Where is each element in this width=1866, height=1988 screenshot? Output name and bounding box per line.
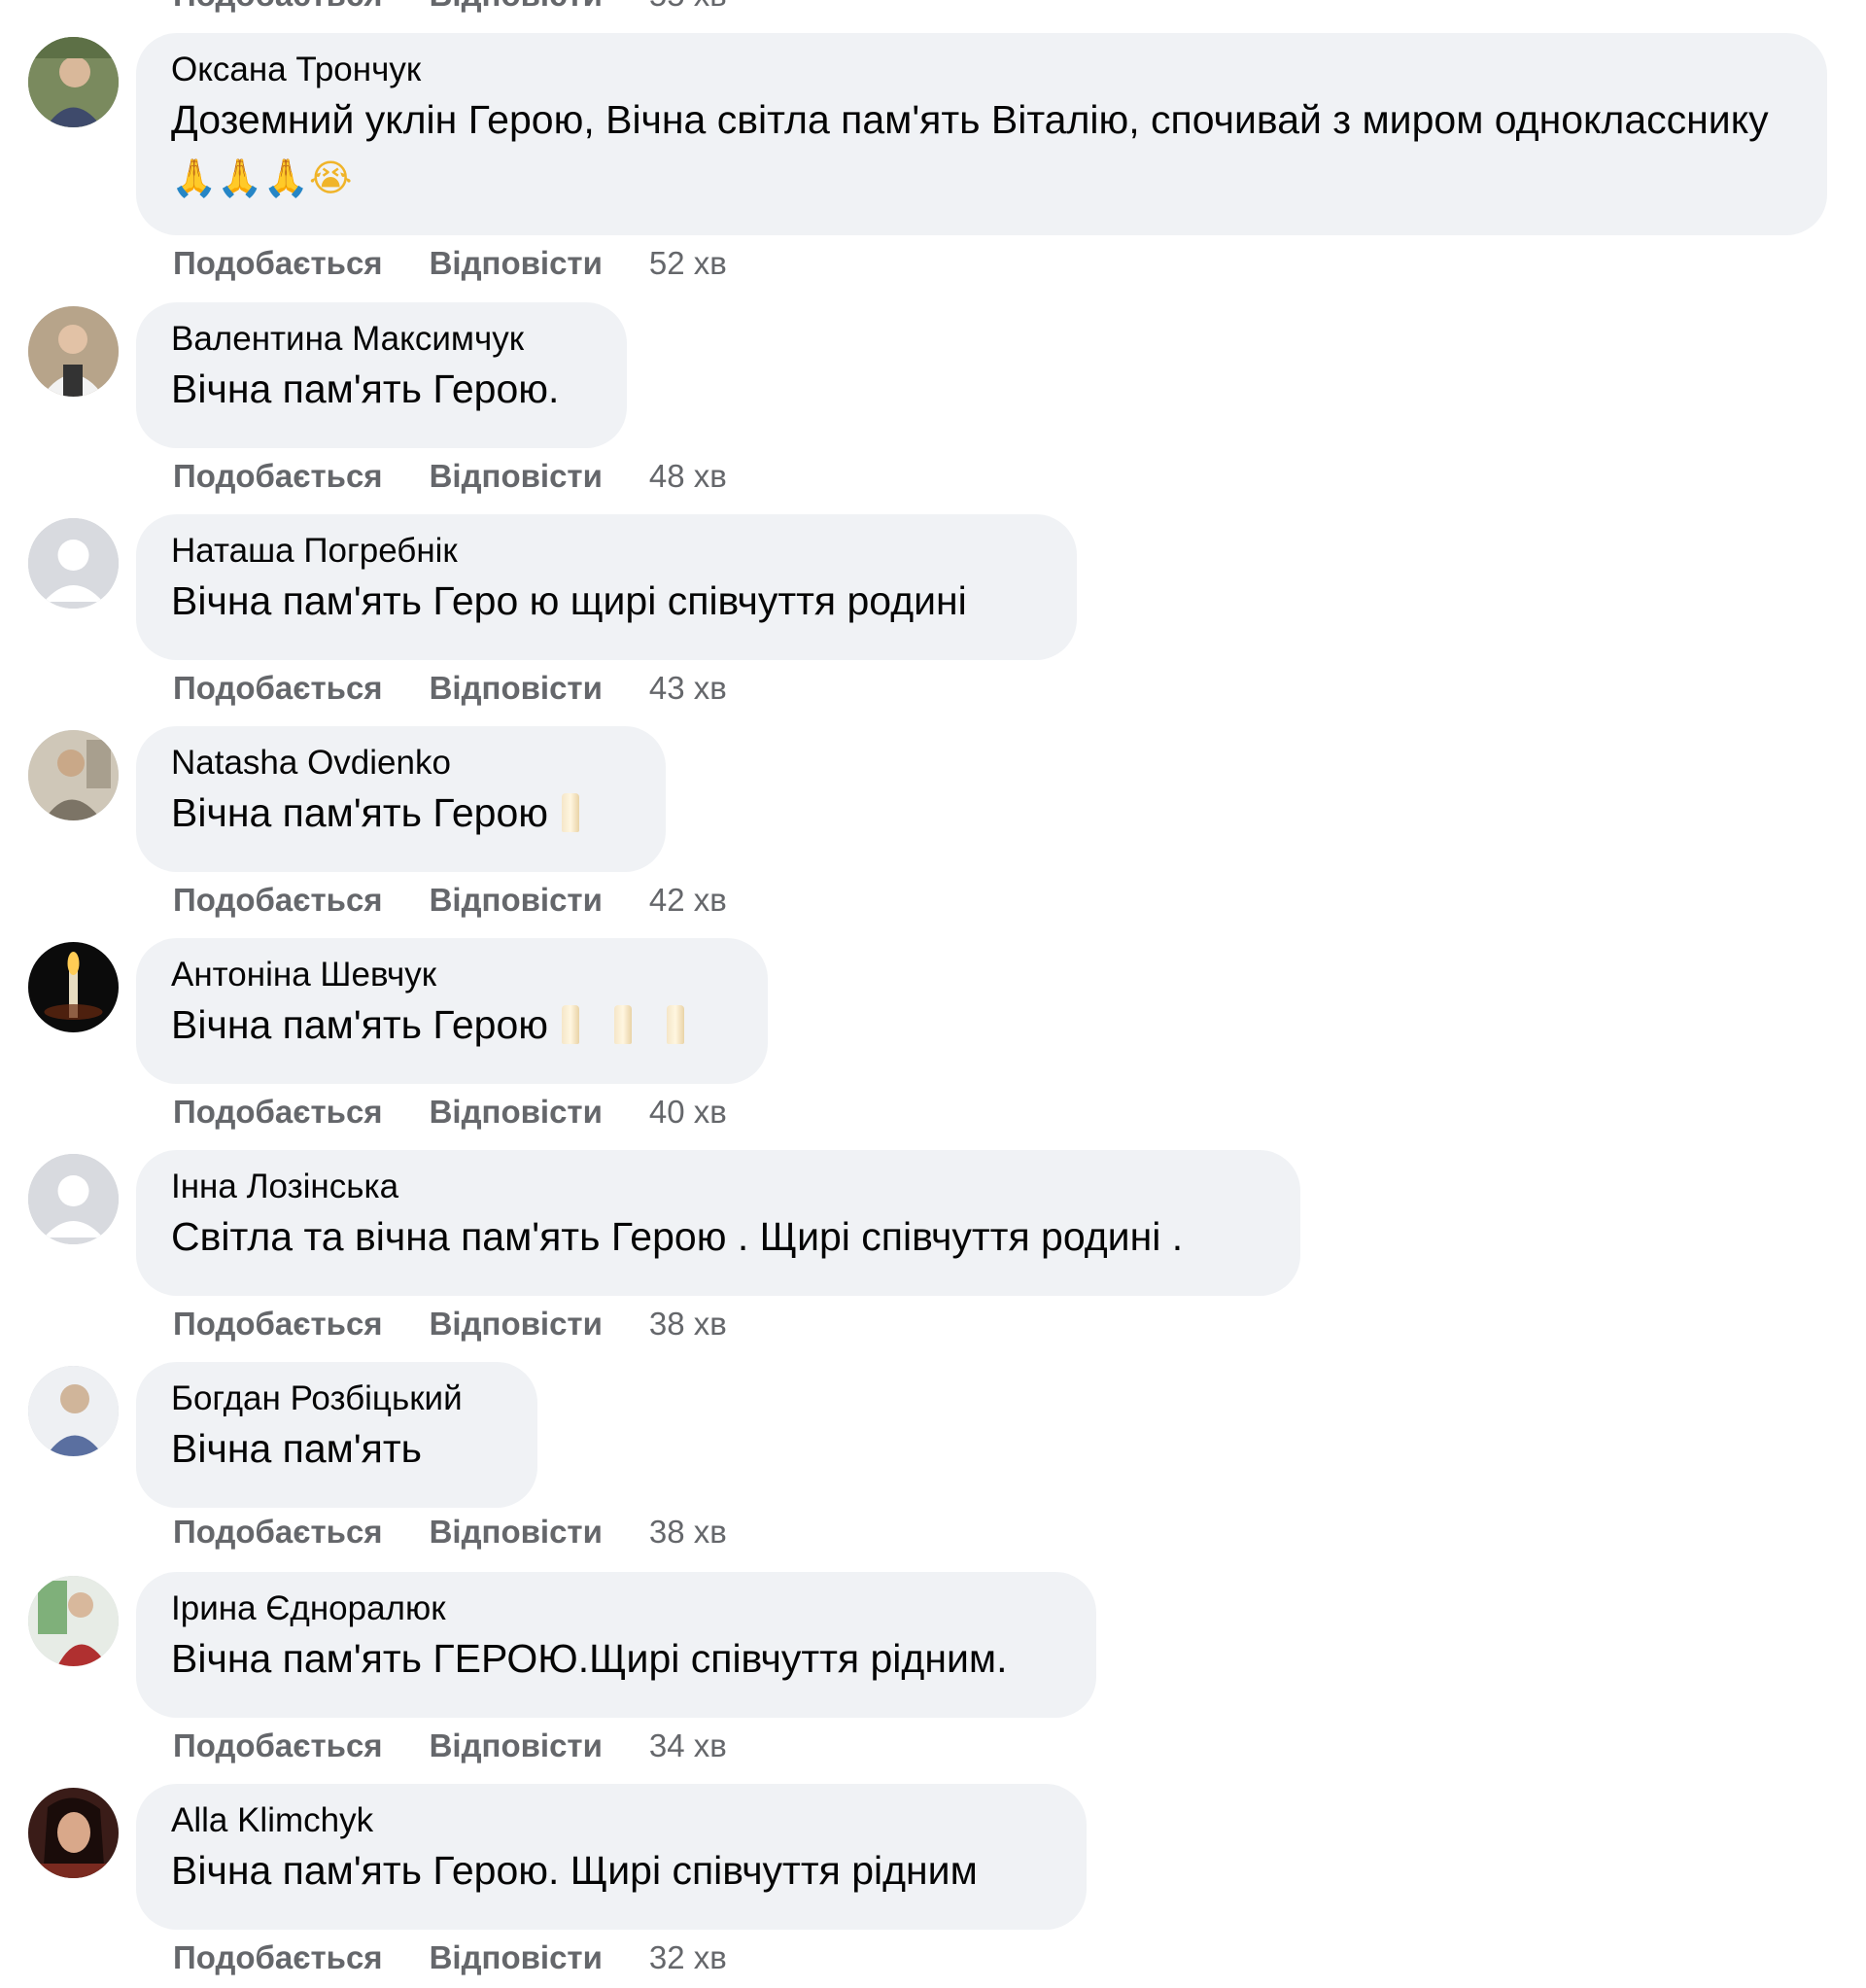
previous-comment-actions: Подобається Відповісти 55 хв bbox=[173, 0, 774, 14]
comment-author[interactable]: Валентина Максимчук bbox=[171, 318, 592, 361]
comment-bubble: Natasha Ovdienko Вічна пам'ять Герою bbox=[136, 726, 666, 872]
comment-timestamp[interactable]: 42 хв bbox=[649, 882, 727, 919]
reply-button[interactable]: Відповісти bbox=[430, 670, 603, 707]
comment-text: Вічна пам'ять Геро ю щирі співчуття роди… bbox=[171, 578, 967, 623]
like-button[interactable]: Подобається bbox=[173, 670, 383, 707]
like-button[interactable]: Подобається bbox=[173, 245, 383, 282]
avatar[interactable] bbox=[28, 1366, 119, 1456]
avatar[interactable] bbox=[28, 306, 119, 397]
like-button[interactable]: Подобається bbox=[173, 1939, 383, 1976]
comment-timestamp[interactable]: 43 хв bbox=[649, 670, 727, 707]
reply-button[interactable]: Відповісти bbox=[430, 1094, 603, 1131]
like-button[interactable]: Подобається bbox=[173, 1306, 383, 1343]
reply-button[interactable]: Відповісти bbox=[430, 1514, 603, 1551]
comment-actions: Подобається Відповісти 32 хв bbox=[173, 1939, 774, 1976]
comment-actions: Подобається Відповісти 40 хв bbox=[173, 1094, 774, 1131]
candle-icon bbox=[667, 1005, 685, 1044]
comment-bubble: Ірина Єдноралюк Вічна пам'ять ГЕРОЮ.Щирі… bbox=[136, 1572, 1096, 1718]
comment-actions: Подобається Відповісти 52 хв bbox=[173, 245, 774, 282]
like-button[interactable]: Подобається bbox=[173, 1514, 383, 1551]
avatar[interactable] bbox=[28, 730, 119, 820]
comment-actions: Подобається Відповісти 34 хв bbox=[173, 1727, 774, 1764]
comment-author[interactable]: Natasha Ovdienko bbox=[171, 742, 631, 785]
comment-bubble: Валентина Максимчук Вічна пам'ять Герою. bbox=[136, 302, 627, 448]
comment-text: Вічна пам'ять Герою. bbox=[171, 366, 560, 411]
comment-timestamp[interactable]: 32 хв bbox=[649, 1939, 727, 1976]
comment-timestamp[interactable]: 52 хв bbox=[649, 245, 727, 282]
comment-text: Вічна пам'ять Герою. Щирі співчуття рідн… bbox=[171, 1848, 978, 1893]
comment-timestamp[interactable]: 34 хв bbox=[649, 1727, 727, 1764]
reply-button[interactable]: Відповісти bbox=[430, 1939, 603, 1976]
comment-timestamp[interactable]: 40 хв bbox=[649, 1094, 727, 1131]
comment-author[interactable]: Ірина Єдноралюк bbox=[171, 1587, 1061, 1630]
reply-button[interactable]: Відповісти bbox=[430, 882, 603, 919]
comment-bubble: Наташа Погребнік Вічна пам'ять Геро ю щи… bbox=[136, 514, 1077, 660]
comment-bubble: Alla Klimchyk Вічна пам'ять Герою. Щирі … bbox=[136, 1784, 1087, 1930]
avatar[interactable] bbox=[28, 1788, 119, 1878]
comment-actions: Подобається Відповісти 38 хв bbox=[173, 1306, 774, 1343]
comment-author[interactable]: Наташа Погребнік bbox=[171, 530, 1042, 573]
reply-button[interactable]: Відповісти bbox=[430, 458, 603, 495]
comment-author[interactable]: Інна Лозінська bbox=[171, 1166, 1265, 1208]
comment-bubble: Інна Лозінська Світла та вічна пам'ять Г… bbox=[136, 1150, 1300, 1296]
comment-actions: Подобається Відповісти 43 хв bbox=[173, 670, 774, 707]
like-button[interactable]: Подобається bbox=[173, 1727, 383, 1764]
comment-bubble: Богдан Розбіцький Вічна пам'ять bbox=[136, 1362, 537, 1508]
comment-timestamp[interactable]: 38 хв bbox=[649, 1514, 727, 1551]
comment-actions: Подобається Відповісти 38 хв bbox=[173, 1514, 774, 1551]
avatar[interactable] bbox=[28, 518, 119, 609]
avatar[interactable] bbox=[28, 1154, 119, 1244]
comment-author[interactable]: Alla Klimchyk bbox=[171, 1799, 1052, 1842]
candle-icon bbox=[562, 793, 580, 832]
comment-author[interactable]: Антоніна Шевчук bbox=[171, 954, 733, 996]
emoji: 🙏🙏🙏😭 bbox=[171, 157, 353, 199]
comment-actions: Подобається Відповісти 42 хв bbox=[173, 882, 774, 919]
comment-text: Вічна пам'ять bbox=[171, 1426, 423, 1471]
candle-icon bbox=[562, 1005, 580, 1044]
like-button[interactable]: Подобається bbox=[173, 882, 383, 919]
comment-text: Доземний уклін Герою, Вічна світла пам'я… bbox=[171, 97, 1769, 199]
candle-icon bbox=[614, 1005, 633, 1044]
comment-bubble: Оксана Трончук Доземний уклін Герою, Віч… bbox=[136, 33, 1827, 235]
comment-timestamp[interactable]: 55 хв bbox=[649, 0, 727, 13]
comment-actions: Подобається Відповісти 48 хв bbox=[173, 458, 774, 495]
reply-button[interactable]: Відповісти bbox=[430, 1727, 603, 1764]
like-button[interactable]: Подобається bbox=[173, 458, 383, 495]
reply-button[interactable]: Відповісти bbox=[430, 245, 603, 282]
comment-timestamp[interactable]: 38 хв bbox=[649, 1306, 727, 1343]
reply-button[interactable]: Відповісти bbox=[430, 0, 603, 13]
comments-list: Подобається Відповісти 55 хв Оксана Трончу… bbox=[0, 0, 1866, 1988]
avatar[interactable] bbox=[28, 942, 119, 1032]
like-button[interactable]: Подобається bbox=[173, 0, 383, 13]
avatar[interactable] bbox=[28, 37, 119, 127]
comment-author[interactable]: Богдан Розбіцький bbox=[171, 1378, 502, 1420]
comment-text: Вічна пам'ять ГЕРОЮ.Щирі співчуття рідни… bbox=[171, 1636, 1008, 1681]
comment-author[interactable]: Оксана Трончук bbox=[171, 49, 1792, 91]
comment-timestamp[interactable]: 48 хв bbox=[649, 458, 727, 495]
avatar[interactable] bbox=[28, 1576, 119, 1666]
comment-bubble: Антоніна Шевчук Вічна пам'ять Герою bbox=[136, 938, 768, 1084]
comment-text: Світла та вічна пам'ять Герою . Щирі спі… bbox=[171, 1214, 1184, 1259]
reply-button[interactable]: Відповісти bbox=[430, 1306, 603, 1343]
like-button[interactable]: Подобається bbox=[173, 1094, 383, 1131]
comment-text: Вічна пам'ять Герою bbox=[171, 785, 631, 842]
comment-text: Вічна пам'ять Герою bbox=[171, 996, 733, 1054]
